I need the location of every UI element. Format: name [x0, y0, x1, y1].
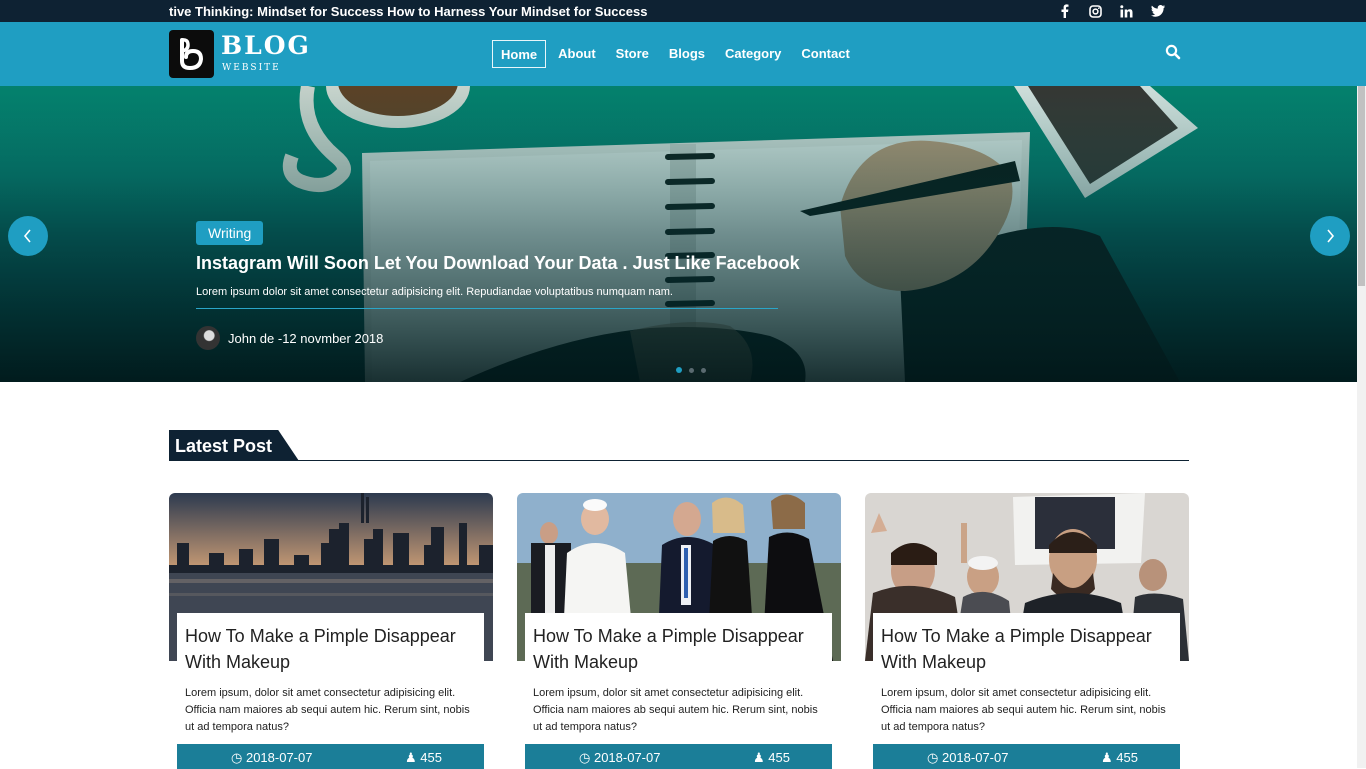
instagram-icon[interactable]: [1087, 3, 1104, 20]
brand-subtitle: WEBSITE: [222, 63, 281, 73]
post-excerpt: Lorem ipsum, dolor sit amet consectetur …: [185, 687, 470, 733]
brand-title[interactable]: BLOG: [221, 31, 311, 60]
avatar: [196, 326, 220, 350]
top-bar: tive Thinking: Mindset for Success How t…: [0, 0, 1366, 22]
post-date-value: 2018-07-07: [593, 750, 661, 765]
facebook-icon[interactable]: [1056, 3, 1073, 20]
logo-icon[interactable]: [169, 30, 214, 78]
post-date-value: 2018-07-07: [941, 750, 1009, 765]
post-title[interactable]: How To Make a Pimple Disappear With Make…: [873, 613, 1180, 675]
hero-description: Lorem ipsum dolor sit amet consectetur a…: [196, 286, 673, 298]
post-date: ◷ 2018-07-07: [927, 750, 1008, 766]
user-icon: ♟: [405, 750, 421, 765]
post-views: ♟ 455: [405, 750, 442, 766]
post-meta-bar: ◷ 2018-07-07 ♟ 455: [525, 744, 832, 769]
clock-icon: ◷: [231, 750, 246, 765]
post-date: ◷ 2018-07-07: [579, 750, 660, 766]
user-icon: ♟: [1101, 750, 1117, 765]
post-views-value: 455: [1116, 750, 1138, 765]
clock-icon: ◷: [927, 750, 942, 765]
slider-dot-2[interactable]: [689, 367, 694, 373]
post-title[interactable]: How To Make a Pimple Disappear With Make…: [177, 613, 484, 675]
post-views-value: 455: [420, 750, 442, 765]
post-views: ♟ 455: [753, 750, 790, 766]
post-views: ♟ 455: [1101, 750, 1138, 766]
nav-item-about[interactable]: About: [550, 40, 604, 68]
chevron-right-icon: [1327, 229, 1335, 243]
post-meta-bar: ◷ 2018-07-07 ♟ 455: [873, 744, 1180, 769]
category-badge[interactable]: Writing: [196, 221, 264, 245]
nav-item-category[interactable]: Category: [717, 40, 789, 68]
search-icon[interactable]: [1165, 44, 1181, 60]
post-meta-bar: ◷ 2018-07-07 ♟ 455: [177, 744, 484, 769]
primary-nav: Home About Store Blogs Category Contact: [492, 40, 862, 68]
nav-item-blogs[interactable]: Blogs: [661, 40, 713, 68]
slider-dot-3[interactable]: [701, 367, 706, 373]
twitter-icon[interactable]: [1149, 3, 1166, 20]
post-excerpt: Lorem ipsum, dolor sit amet consectetur …: [881, 687, 1166, 733]
post-title[interactable]: How To Make a Pimple Disappear With Make…: [525, 613, 832, 675]
user-icon: ♟: [753, 750, 769, 765]
hero-divider: [196, 308, 778, 309]
post-excerpt: Lorem ipsum, dolor sit amet consectetur …: [533, 687, 818, 733]
author-meta: John de -12 novmber 2018: [228, 331, 384, 346]
social-links: [1056, 0, 1166, 22]
post-date: ◷ 2018-07-07: [231, 750, 312, 766]
clock-icon: ◷: [579, 750, 594, 765]
linkedin-icon[interactable]: [1118, 3, 1135, 20]
hero-title[interactable]: Instagram Will Soon Let You Download You…: [196, 253, 800, 274]
post-card[interactable]: How To Make a Pimple Disappear With Make…: [169, 493, 493, 769]
chevron-left-icon: [23, 229, 31, 243]
news-ticker[interactable]: tive Thinking: Mindset for Success How t…: [169, 0, 769, 22]
slider-next-button[interactable]: [1310, 216, 1350, 256]
nav-item-contact[interactable]: Contact: [793, 40, 857, 68]
slider-prev-button[interactable]: [8, 216, 48, 256]
post-card[interactable]: How To Make a Pimple Disappear With Make…: [517, 493, 841, 769]
section-title: Latest Post: [169, 430, 299, 461]
section-divider: [169, 460, 1189, 461]
post-date-value: 2018-07-07: [245, 750, 313, 765]
slider-dot-1[interactable]: [676, 367, 682, 373]
scrollbar-thumb[interactable]: [1358, 86, 1365, 286]
slider-dots: [676, 367, 706, 373]
post-views-value: 455: [768, 750, 790, 765]
nav-item-home[interactable]: Home: [492, 40, 547, 68]
main-navbar: BLOG WEBSITE Home About Store Blogs Cate…: [0, 22, 1366, 86]
nav-item-store[interactable]: Store: [608, 40, 657, 68]
post-card[interactable]: How To Make a Pimple Disappear With Make…: [865, 493, 1189, 769]
